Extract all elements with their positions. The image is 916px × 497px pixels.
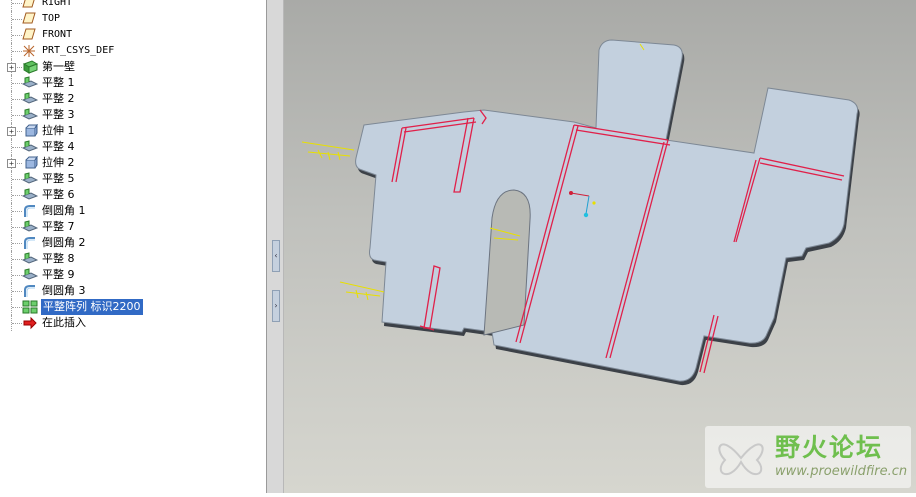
- wall-icon: [22, 60, 39, 74]
- model-tree-panel: RIGHT TOP FRONT PRT_CSYS_DEF + 第一壁平整 1 平整 2 平整 …: [0, 0, 266, 493]
- tree-item-label: 第一壁: [42, 60, 75, 73]
- tree-item[interactable]: 平整阵列 标识2200: [0, 299, 266, 315]
- tree-connector: [12, 307, 22, 308]
- tree-item[interactable]: RIGHT: [0, 0, 266, 11]
- tree-item[interactable]: 倒圆角 2: [0, 235, 266, 251]
- tree-item-label: 平整 4: [42, 140, 75, 153]
- tree-connector: [12, 323, 22, 324]
- graphics-viewport[interactable]: [284, 0, 916, 493]
- datum-plane-icon: [22, 12, 38, 26]
- tree-item-label: FRONT: [42, 29, 73, 40]
- tree-item-label: 倒圆角 2: [42, 236, 86, 249]
- tree-connector: [12, 3, 22, 4]
- flat-wall-icon: [21, 220, 39, 234]
- flat-wall-icon: [21, 172, 39, 186]
- collapse-panel-button[interactable]: ‹: [272, 240, 280, 272]
- tree-connector: [12, 275, 22, 276]
- tree-connector: [12, 291, 22, 292]
- tree-item-label: PRT_CSYS_DEF: [42, 45, 115, 56]
- flat-wall-icon: [21, 140, 39, 154]
- insert-here-icon: [22, 316, 38, 330]
- pattern-icon: [22, 300, 38, 314]
- tree-item-label: 拉伸 2: [42, 156, 75, 169]
- expand-toggle[interactable]: +: [7, 63, 16, 72]
- round-icon: [22, 236, 38, 250]
- tree-connector: [12, 147, 22, 148]
- tree-item[interactable]: 平整 7: [0, 219, 266, 235]
- tree-item[interactable]: 在此插入: [0, 315, 266, 331]
- tree-item[interactable]: TOP: [0, 11, 266, 27]
- datum-plane-icon: [22, 0, 38, 10]
- tree-item[interactable]: 平整 9: [0, 267, 266, 283]
- datum-plane-icon: [22, 28, 38, 42]
- sheetmetal-model-view[interactable]: [284, 0, 916, 493]
- round-icon: [22, 204, 38, 218]
- flat-wall-icon: [21, 92, 39, 106]
- tree-item[interactable]: 倒圆角 1: [0, 203, 266, 219]
- csys-icon: [22, 44, 38, 58]
- tree-item-label: RIGHT: [42, 0, 73, 8]
- tree-connector: [12, 115, 22, 116]
- tree-item[interactable]: 平整 8: [0, 251, 266, 267]
- tree-connector: [12, 83, 22, 84]
- tree-item[interactable]: 平整 2: [0, 91, 266, 107]
- tree-item-label: TOP: [42, 13, 61, 24]
- tree-item-label: 倒圆角 3: [42, 284, 86, 297]
- tree-item[interactable]: 平整 3: [0, 107, 266, 123]
- tree-item[interactable]: 倒圆角 3: [0, 283, 266, 299]
- tree-item-label: 倒圆角 1: [42, 204, 86, 217]
- tree-item[interactable]: 平整 5: [0, 171, 266, 187]
- tree-connector: [12, 227, 22, 228]
- tree-connector: [12, 259, 22, 260]
- tree-item[interactable]: 平整 1: [0, 75, 266, 91]
- tree-item-label: 平整阵列 标识2200: [41, 299, 143, 315]
- tree-item-label: 拉伸 1: [42, 124, 75, 137]
- tree-connector: [12, 179, 22, 180]
- tree-item-label: 平整 3: [42, 108, 75, 121]
- tree-item-label: 在此插入: [42, 316, 86, 329]
- tree-item-label: 平整 1: [42, 76, 75, 89]
- watermark-title: 野火论坛: [775, 433, 884, 462]
- tree-item-label: 平整 2: [42, 92, 75, 105]
- tree-connector: [12, 195, 22, 196]
- expand-toggle[interactable]: +: [7, 127, 16, 136]
- flat-wall-icon: [21, 188, 39, 202]
- tree-item[interactable]: PRT_CSYS_DEF: [0, 43, 266, 59]
- tree-item[interactable]: + 拉伸 2: [0, 155, 266, 171]
- tree-item[interactable]: FRONT: [0, 27, 266, 43]
- flat-wall-icon: [21, 252, 39, 266]
- tree-item-label: 平整 9: [42, 268, 75, 281]
- tree-connector: [12, 19, 22, 20]
- watermark-url: www.proewildfire.cn: [775, 464, 908, 479]
- tree-connector: [12, 51, 22, 52]
- tree-item[interactable]: 平整 6: [0, 187, 266, 203]
- tree-item-label: 平整 6: [42, 188, 75, 201]
- tree-connector: [12, 243, 22, 244]
- watermark: 野火论坛 www.proewildfire.cn: [705, 426, 911, 488]
- panel-splitter[interactable]: ‹ ›: [266, 0, 284, 493]
- extrude-icon: [22, 123, 38, 138]
- flat-wall-icon: [21, 108, 39, 122]
- tree-item[interactable]: + 第一壁: [0, 59, 266, 75]
- expand-toggle[interactable]: +: [7, 159, 16, 168]
- tree-item-label: 平整 8: [42, 252, 75, 265]
- expand-panel-button[interactable]: ›: [272, 290, 280, 322]
- tree-item-label: 平整 5: [42, 172, 75, 185]
- butterfly-logo-icon: [718, 443, 764, 476]
- tree-connector: [12, 99, 22, 100]
- tree-item[interactable]: + 拉伸 1: [0, 123, 266, 139]
- round-icon: [22, 284, 38, 298]
- flat-wall-icon: [21, 76, 39, 90]
- tree-connector: [12, 35, 22, 36]
- extrude-icon: [22, 155, 38, 170]
- tree-connector: [11, 0, 13, 11]
- tree-item[interactable]: 平整 4: [0, 139, 266, 155]
- tree-item-label: 平整 7: [42, 220, 75, 233]
- flat-wall-icon: [21, 268, 39, 282]
- tree-connector: [12, 211, 22, 212]
